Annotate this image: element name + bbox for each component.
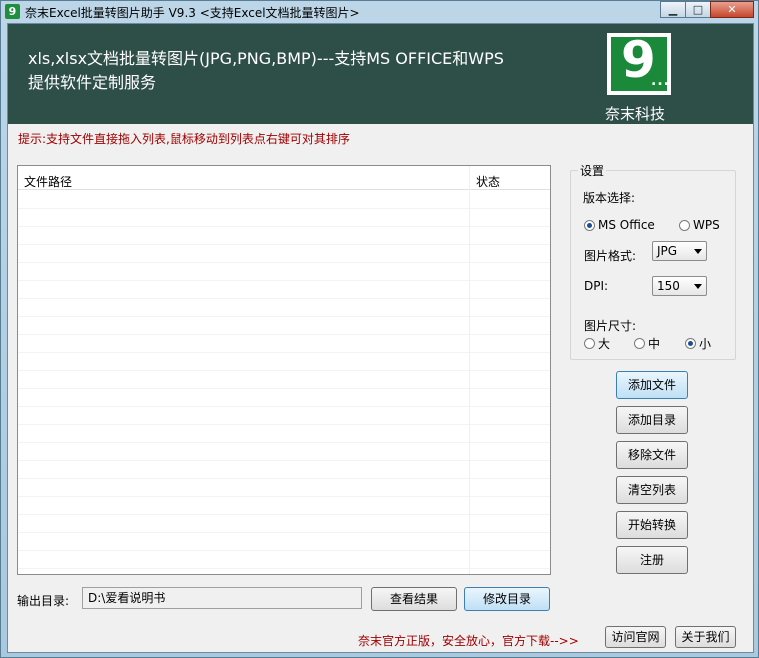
table-row[interactable] (18, 443, 550, 461)
logo-dots: ... (651, 73, 670, 89)
radio-indicator (634, 338, 645, 349)
minimize-button[interactable]: ▁ (660, 1, 686, 18)
remove-file-button[interactable]: 移除文件 (616, 441, 688, 469)
radio-indicator (584, 338, 595, 349)
table-row[interactable] (18, 533, 550, 551)
app-window: 9 奈末Excel批量转图片助手 V9.3 <支持Excel文档批量转图片> ▁… (0, 0, 759, 658)
banner-headline: xls,xlsx文档批量转图片(JPG,PNG,BMP)---支持MS OFFI… (28, 49, 504, 68)
radio-ms-office[interactable]: MS Office (584, 218, 655, 232)
add-directory-button[interactable]: 添加目录 (616, 406, 688, 434)
radio-size-medium[interactable]: 中 (634, 335, 660, 352)
radio-label: MS Office (598, 218, 655, 232)
list-header: 文件路径 状态 (18, 166, 550, 190)
table-row[interactable] (18, 227, 550, 245)
table-row[interactable] (18, 281, 550, 299)
table-row[interactable] (18, 191, 550, 209)
dpi-select[interactable]: 150 (652, 276, 707, 296)
table-row[interactable] (18, 209, 550, 227)
radio-size-small[interactable]: 小 (685, 335, 711, 352)
table-row[interactable] (18, 335, 550, 353)
table-row[interactable] (18, 389, 550, 407)
table-row[interactable] (18, 317, 550, 335)
table-row[interactable] (18, 299, 550, 317)
banner-subline: 提供软件定制服务 (28, 73, 157, 92)
format-value: JPG (657, 244, 678, 258)
table-row[interactable] (18, 479, 550, 497)
app-logo-icon: 9 (5, 4, 20, 19)
title-bar[interactable]: 9 奈末Excel批量转图片助手 V9.3 <支持Excel文档批量转图片> ▁… (1, 1, 758, 21)
table-row[interactable] (18, 425, 550, 443)
table-row[interactable] (18, 245, 550, 263)
table-row[interactable] (18, 461, 550, 479)
radio-label: 小 (699, 337, 712, 351)
company-name: 奈末科技 (605, 105, 666, 123)
promo-text: 奈末官方正版，安全放心，官方下载-->> (358, 634, 579, 648)
table-row[interactable] (18, 551, 550, 569)
radio-label: 大 (598, 337, 611, 351)
radio-label: WPS (693, 218, 720, 232)
view-result-button[interactable]: 查看结果 (371, 587, 457, 611)
add-file-button[interactable]: 添加文件 (616, 371, 688, 399)
header-banner: xls,xlsx文档批量转图片(JPG,PNG,BMP)---支持MS OFFI… (8, 24, 753, 124)
format-label: 图片格式: (584, 249, 637, 263)
client-area: xls,xlsx文档批量转图片(JPG,PNG,BMP)---支持MS OFFI… (7, 23, 754, 653)
chevron-down-icon (694, 284, 702, 289)
dpi-label: DPI: (584, 279, 609, 293)
table-row[interactable] (18, 371, 550, 389)
start-convert-button[interactable]: 开始转换 (616, 511, 688, 539)
company-logo: 9 ... (607, 31, 671, 95)
size-label: 图片尺寸: (584, 319, 637, 333)
radio-indicator (679, 219, 690, 231)
radio-wps[interactable]: WPS (679, 218, 720, 232)
dpi-value: 150 (657, 279, 680, 293)
radio-size-large[interactable]: 大 (584, 335, 610, 352)
clear-list-button[interactable]: 清空列表 (616, 476, 688, 504)
output-dir-label: 输出目录: (17, 594, 70, 608)
register-button[interactable]: 注册 (616, 546, 688, 574)
radio-indicator (584, 219, 595, 231)
format-select[interactable]: JPG (652, 241, 707, 261)
maximize-button[interactable]: □ (685, 1, 711, 18)
change-dir-button[interactable]: 修改目录 (464, 587, 550, 611)
window-controls: ▁ □ ✕ (660, 1, 754, 18)
close-button[interactable]: ✕ (710, 1, 754, 18)
logo-mark-icon: 9 ... (611, 31, 670, 91)
table-row[interactable] (18, 263, 550, 281)
about-us-button[interactable]: 关于我们 (675, 626, 736, 648)
radio-label: 中 (648, 337, 661, 351)
visit-website-button[interactable]: 访问官网 (605, 626, 666, 648)
list-rows (18, 191, 550, 569)
window-title: 奈末Excel批量转图片助手 V9.3 <支持Excel文档批量转图片> (25, 6, 360, 20)
settings-legend: 设置 (578, 162, 607, 179)
chevron-down-icon (694, 249, 702, 254)
column-header-path[interactable]: 文件路径 (24, 173, 72, 190)
table-row[interactable] (18, 515, 550, 533)
output-dir-field[interactable]: D:\爱看说明书 (82, 587, 362, 609)
file-list[interactable]: 文件路径 状态 (17, 165, 551, 575)
column-header-status[interactable]: 状态 (476, 173, 500, 190)
table-row[interactable] (18, 353, 550, 371)
table-row[interactable] (18, 497, 550, 515)
hint-text: 提示:支持文件直接拖入列表,鼠标移动到列表点右键可对其排序 (18, 132, 350, 146)
radio-indicator (685, 338, 696, 349)
version-label: 版本选择: (583, 191, 636, 205)
table-row[interactable] (18, 407, 550, 425)
